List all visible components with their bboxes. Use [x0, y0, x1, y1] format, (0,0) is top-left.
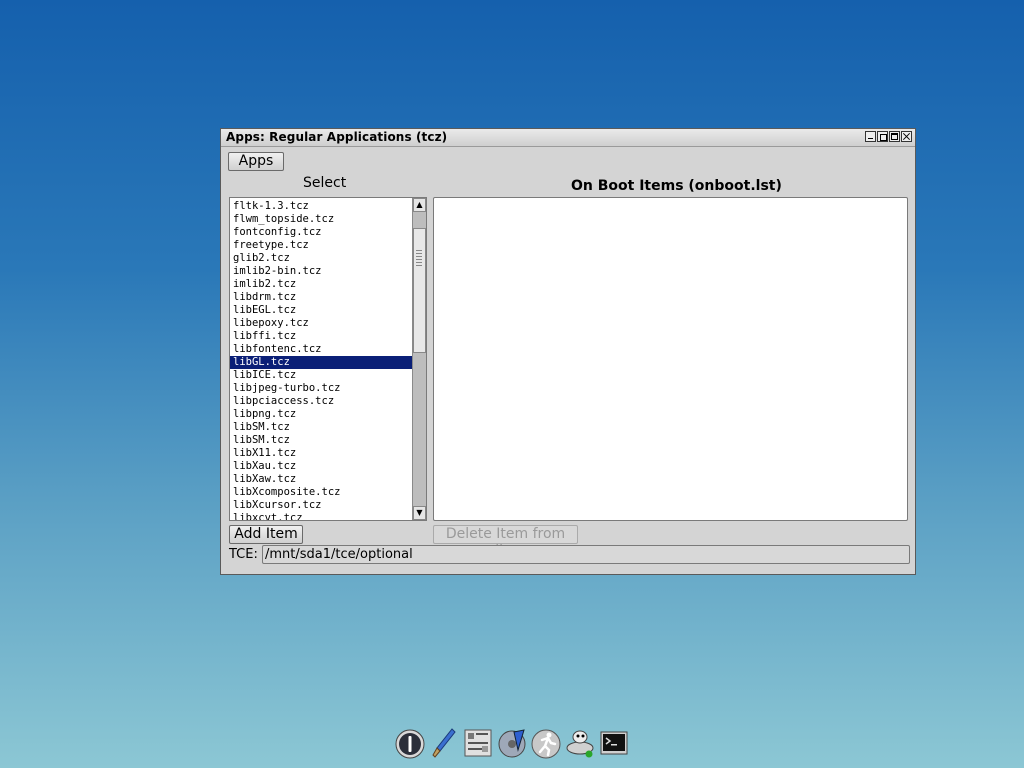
- list-item[interactable]: libSM.tcz: [230, 421, 412, 434]
- window-title: Apps: Regular Applications (tcz): [226, 130, 448, 144]
- list-item[interactable]: libXcursor.tcz: [230, 499, 412, 512]
- minimize-icon[interactable]: [865, 131, 876, 142]
- window-controls: [865, 131, 912, 142]
- list-item[interactable]: libSM.tcz: [230, 434, 412, 447]
- list-item[interactable]: libEGL.tcz: [230, 304, 412, 317]
- list-item[interactable]: imlib2-bin.tcz: [230, 265, 412, 278]
- title-bar[interactable]: Apps: Regular Applications (tcz): [221, 129, 915, 147]
- scroll-up-icon[interactable]: ▲: [413, 198, 426, 212]
- add-item-button[interactable]: Add Item: [229, 525, 303, 544]
- list-item[interactable]: flwm_topside.tcz: [230, 213, 412, 226]
- list-scrollbar[interactable]: ▲ ▼: [412, 198, 426, 520]
- tce-label: TCE:: [229, 547, 258, 562]
- list-item[interactable]: libffi.tcz: [230, 330, 412, 343]
- list-item[interactable]: libfontenc.tcz: [230, 343, 412, 356]
- list-item[interactable]: fontconfig.tcz: [230, 226, 412, 239]
- app-listbox[interactable]: fltk-1.3.tcz flwm_topside.tcz fontconfig.t…: [229, 197, 427, 521]
- tce-path-field[interactable]: /mnt/sda1/tce/optional: [262, 545, 910, 564]
- select-label: Select: [303, 175, 347, 191]
- mount-drive-icon[interactable]: [496, 726, 528, 760]
- app-list: fltk-1.3.tcz flwm_topside.tcz fontconfig.t…: [230, 200, 412, 520]
- power-icon[interactable]: [394, 726, 426, 760]
- onboot-label: On Boot Items (onboot.lst): [571, 178, 782, 194]
- list-item[interactable]: libICE.tcz: [230, 369, 412, 382]
- list-item[interactable]: libepoxy.tcz: [230, 317, 412, 330]
- list-item[interactable]: libXaw.tcz: [230, 473, 412, 486]
- list-item[interactable]: freetype.tcz: [230, 239, 412, 252]
- restore-icon[interactable]: [877, 131, 888, 142]
- apps-install-icon[interactable]: [564, 726, 596, 760]
- list-item[interactable]: libjpeg-turbo.tcz: [230, 382, 412, 395]
- onboot-list[interactable]: [433, 197, 908, 521]
- delete-item-button[interactable]: Delete Item from list: [433, 525, 578, 559]
- list-item[interactable]: libX11.tcz: [230, 447, 412, 460]
- list-item[interactable]: libpng.tcz: [230, 408, 412, 421]
- scroll-grip-icon: [416, 250, 422, 268]
- control-panel-icon[interactable]: [462, 726, 494, 760]
- list-item[interactable]: fltk-1.3.tcz: [230, 200, 412, 213]
- apps-menu-button[interactable]: Apps: [228, 152, 284, 171]
- list-item[interactable]: libdrm.tcz: [230, 291, 412, 304]
- list-item[interactable]: imlib2.tcz: [230, 278, 412, 291]
- maximize-icon[interactable]: [889, 131, 900, 142]
- list-item[interactable]: libXcomposite.tcz: [230, 486, 412, 499]
- list-item[interactable]: libGL.tcz: [230, 356, 412, 369]
- run-icon[interactable]: [530, 726, 562, 760]
- terminal-icon[interactable]: [598, 726, 630, 760]
- scroll-down-icon[interactable]: ▼: [413, 506, 426, 520]
- list-item[interactable]: libxcvt.tcz: [230, 512, 412, 520]
- scroll-thumb[interactable]: [413, 228, 426, 353]
- list-item[interactable]: glib2.tcz: [230, 252, 412, 265]
- paintbrush-icon[interactable]: [428, 726, 460, 760]
- close-icon[interactable]: [901, 131, 912, 142]
- list-item[interactable]: libpciaccess.tcz: [230, 395, 412, 408]
- list-item[interactable]: libXau.tcz: [230, 460, 412, 473]
- taskbar: [394, 726, 630, 762]
- apps-window: Apps: Regular Applications (tcz) Apps Se…: [220, 128, 916, 575]
